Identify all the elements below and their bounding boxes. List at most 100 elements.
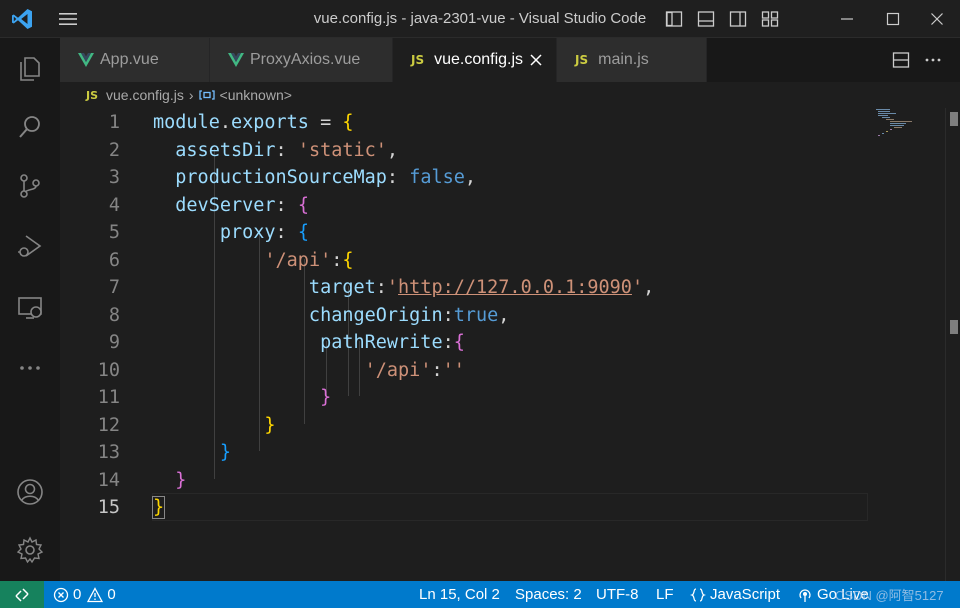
tab-label: App.vue — [100, 51, 159, 68]
window-title: vue.config.js - java-2301-vue - Visual S… — [313, 10, 647, 27]
close-window-button[interactable] — [914, 0, 960, 38]
code-token: devServer — [153, 194, 276, 216]
code-line[interactable]: 7 target:'http://127.0.0.1:9090', — [60, 274, 945, 302]
code-token: http://127.0.0.1:9090 — [398, 277, 632, 298]
encoding[interactable]: UTF-8 — [596, 581, 639, 608]
accounts-icon[interactable] — [0, 468, 60, 516]
minimize-button[interactable] — [824, 0, 870, 38]
code-token: '/api' — [264, 249, 332, 271]
code-line[interactable]: 10 '/api':'' — [60, 357, 945, 385]
line-number: 9 — [108, 332, 120, 353]
code-text: assetsDir: 'static', — [153, 137, 398, 165]
run-and-debug-icon[interactable] — [0, 222, 60, 270]
more-actions-icon[interactable] — [916, 45, 950, 75]
code-line[interactable]: 5 proxy: { — [60, 219, 945, 247]
code-line[interactable]: 15} — [60, 494, 945, 522]
code-token: , — [386, 139, 399, 161]
code-editor[interactable]: 1 module.exports = {2 assetsDir: 'static'… — [60, 108, 945, 581]
code-token: } — [151, 496, 166, 519]
source-control-icon[interactable] — [0, 162, 60, 210]
tab-app-vue[interactable]: App.vue — [60, 38, 210, 82]
breadcrumb: JS vue.config.js › <unknown> — [60, 82, 960, 108]
remote-indicator[interactable] — [0, 581, 44, 608]
line-number: 6 — [108, 249, 120, 271]
code-text: changeOrigin:true, — [153, 302, 510, 330]
code-token: { — [342, 249, 354, 271]
minimap[interactable] — [873, 108, 933, 138]
breadcrumb-symbol[interactable]: <unknown> — [220, 87, 292, 103]
end-of-line[interactable]: LF — [656, 581, 674, 608]
go-live-button[interactable]: Go Live — [797, 581, 869, 608]
toggle-secondary-sidebar-icon[interactable] — [722, 6, 754, 32]
code-token: proxy — [153, 222, 276, 243]
warning-count: 0 — [107, 586, 116, 603]
close-tab-icon[interactable] — [526, 50, 546, 70]
remote-icon — [15, 587, 29, 602]
breadcrumb-file[interactable]: vue.config.js — [106, 87, 184, 103]
code-token: { — [453, 332, 465, 353]
line-number: 4 — [108, 194, 120, 216]
warning-icon — [87, 586, 104, 602]
code-token: : — [431, 359, 443, 381]
line-number: 2 — [108, 139, 120, 161]
customize-layout-icon[interactable] — [754, 6, 786, 32]
code-token: : — [275, 222, 298, 243]
more-views-icon[interactable] — [0, 344, 60, 392]
toggle-primary-sidebar-icon[interactable] — [658, 6, 690, 32]
error-icon — [53, 587, 69, 602]
code-line[interactable]: 12 } — [60, 412, 945, 440]
toggle-panel-icon[interactable] — [690, 6, 722, 32]
code-token: : — [442, 332, 454, 353]
code-text: module.exports = { — [153, 109, 354, 137]
problems-indicator[interactable]: 0 0 — [53, 581, 116, 608]
vue-icon — [228, 53, 244, 67]
vertical-scrollbar[interactable] — [945, 108, 960, 581]
code-text: } — [153, 467, 186, 495]
remote-explorer-icon[interactable] — [0, 284, 60, 332]
code-token: = — [308, 112, 343, 133]
code-token: } — [219, 442, 231, 463]
search-icon[interactable] — [0, 103, 60, 151]
split-editor-icon[interactable] — [886, 45, 916, 75]
title-bar: vue.config.js - java-2301-vue - Visual S… — [0, 0, 960, 38]
code-line[interactable]: 3 productionSourceMap: false, — [60, 164, 945, 192]
error-count: 0 — [73, 586, 82, 603]
code-token: '' — [442, 359, 465, 381]
line-number: 7 — [108, 277, 120, 298]
activity-bar — [0, 38, 60, 581]
code-line[interactable]: 9 pathRewrite:{ — [60, 329, 945, 357]
code-text: devServer: { — [153, 192, 309, 220]
code-text: proxy: { — [153, 219, 309, 247]
js-icon: JS — [86, 88, 99, 102]
tab-vue-config-js[interactable]: JS vue.config.js — [393, 38, 557, 82]
code-line[interactable]: 1 module.exports = { — [60, 109, 945, 137]
line-number: 12 — [97, 414, 120, 436]
tab-main-js[interactable]: JS main.js — [557, 38, 707, 82]
explorer-icon[interactable] — [0, 44, 60, 92]
code-line[interactable]: 6 '/api':{ — [60, 247, 945, 275]
tab-proxyaxios-vue[interactable]: ProxyAxios.vue — [210, 38, 393, 82]
code-token: false — [409, 167, 465, 188]
code-text: '/api':'' — [153, 357, 465, 385]
cursor-position[interactable]: Ln 15, Col 2 — [419, 581, 500, 608]
line-number: 1 — [108, 112, 120, 133]
hamburger-menu-icon[interactable] — [56, 8, 80, 30]
indentation[interactable]: Spaces: 2 — [515, 581, 582, 608]
code-text: pathRewrite:{ — [153, 329, 465, 357]
manage-gear-icon[interactable] — [0, 526, 60, 574]
code-line[interactable]: 4 devServer: { — [60, 192, 945, 220]
code-line[interactable]: 14 } — [60, 467, 945, 495]
code-line[interactable]: 2 assetsDir: 'static', — [60, 137, 945, 165]
symbol-variable-icon — [198, 90, 215, 100]
line-number: 15 — [97, 497, 120, 518]
language-label: JavaScript — [710, 586, 781, 603]
language-mode[interactable]: JavaScript — [690, 581, 780, 608]
maximize-button[interactable] — [870, 0, 916, 38]
code-text: productionSourceMap: false, — [153, 164, 476, 192]
code-line[interactable]: 8 changeOrigin:true, — [60, 302, 945, 330]
code-line[interactable]: 11 } — [60, 384, 945, 412]
code-line[interactable]: 13 } — [60, 439, 945, 467]
code-token: { — [297, 222, 309, 243]
